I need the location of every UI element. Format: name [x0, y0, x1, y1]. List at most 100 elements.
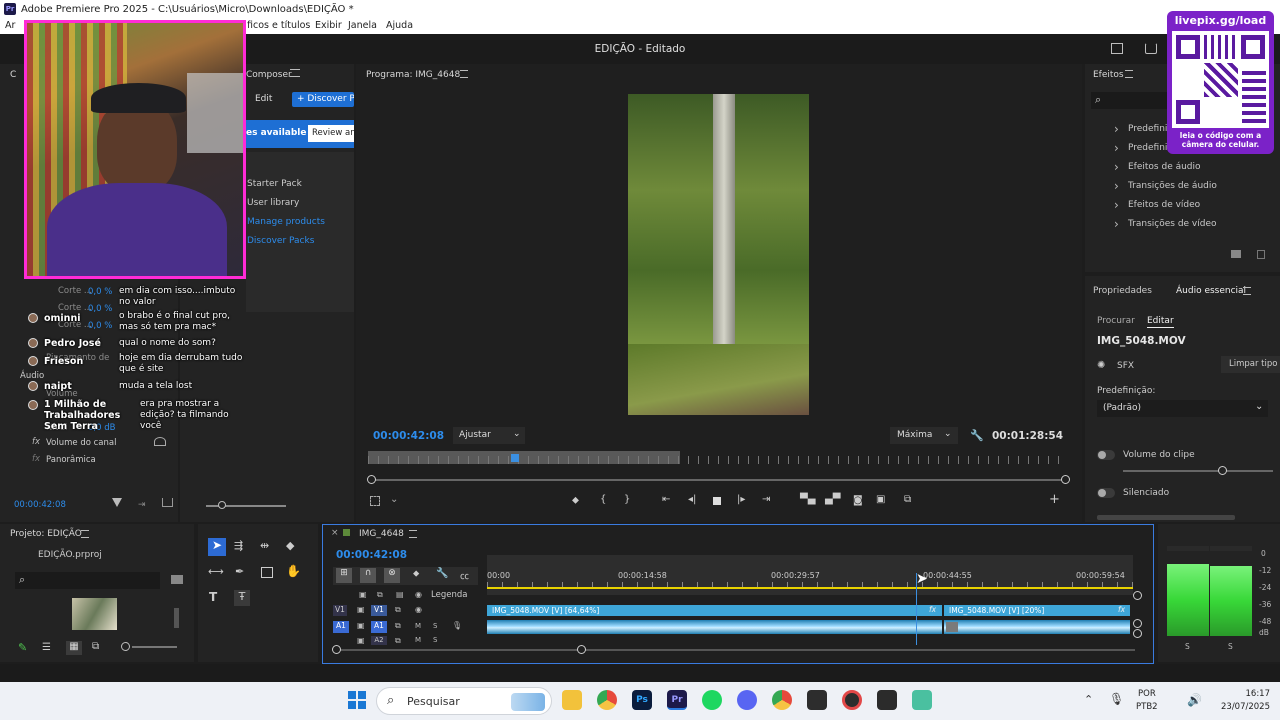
- go-to-in-icon[interactable]: ⇤: [662, 494, 670, 505]
- work-area-bar[interactable]: [487, 587, 1133, 589]
- source-track-a1[interactable]: A1: [333, 621, 349, 633]
- solo-track-button[interactable]: S: [433, 622, 437, 630]
- discord-icon[interactable]: [737, 690, 757, 710]
- chevron-up-icon[interactable]: ⌃: [1084, 693, 1093, 706]
- track-sync-icon[interactable]: ⧉: [395, 636, 401, 646]
- audio-clip[interactable]: [487, 620, 942, 634]
- menu-item-janela[interactable]: Janela: [348, 20, 377, 31]
- vr-icon[interactable]: ⧉: [904, 494, 911, 505]
- speaker-icon[interactable]: 🔊: [1187, 693, 1202, 707]
- menu-item-graficos[interactable]: ficos e títulos: [247, 20, 310, 31]
- zoom-handle-right[interactable]: [1061, 475, 1070, 484]
- eye-icon[interactable]: ◉: [415, 590, 422, 599]
- add-marker-icon[interactable]: ⬥: [413, 569, 419, 579]
- freeform-view-icon[interactable]: ⧉: [92, 641, 99, 652]
- jump-icon[interactable]: ⇥: [138, 500, 146, 510]
- effects-folder[interactable]: Predefiniç: [1114, 141, 1173, 155]
- panner[interactable]: Panorâmica: [46, 455, 96, 465]
- effects-folder[interactable]: Transições de vídeo: [1114, 217, 1216, 231]
- microphone-icon[interactable]: 🎙: [1109, 692, 1124, 706]
- taskbar-date[interactable]: 23/07/2025: [1210, 702, 1270, 712]
- menu-item-exibir[interactable]: Exibir: [315, 20, 342, 31]
- panel-menu-icon[interactable]: [1243, 287, 1251, 295]
- close-icon[interactable]: ×: [331, 528, 339, 538]
- obs-icon[interactable]: [807, 690, 827, 710]
- add-button-icon[interactable]: +: [1049, 492, 1060, 507]
- track-sync-icon[interactable]: ⧉: [395, 605, 401, 615]
- panel-menu-icon[interactable]: [409, 530, 417, 538]
- clip-volume-slider[interactable]: [1123, 470, 1273, 472]
- scroll-handle-left[interactable]: [332, 645, 341, 654]
- tab-essential-audio[interactable]: Áudio essencial: [1176, 286, 1246, 296]
- timeline-scrollbar[interactable]: [335, 649, 1135, 651]
- new-bin-icon[interactable]: [1231, 250, 1241, 258]
- wrench-icon[interactable]: 🔧: [436, 568, 448, 579]
- start-button-icon[interactable]: [348, 691, 366, 709]
- track-sync-icon[interactable]: ⧉: [395, 621, 401, 631]
- track-sync-icon[interactable]: ⧉: [377, 590, 383, 600]
- menu-item-arquivo[interactable]: Ar: [5, 20, 15, 31]
- clear-type-button[interactable]: Limpar tipo: [1221, 356, 1280, 373]
- track-lock-icon[interactable]: ▣: [357, 621, 365, 630]
- stop-icon[interactable]: [713, 497, 721, 505]
- preset-dropdown[interactable]: (Padrão) ⌄: [1097, 400, 1268, 417]
- panel-tab-letter[interactable]: C: [10, 70, 16, 80]
- chevron-down-icon[interactable]: ⌄: [390, 494, 398, 505]
- file-explorer-icon[interactable]: [562, 690, 582, 710]
- rectangle-tool-icon[interactable]: [261, 567, 273, 578]
- thumbnail-size-slider[interactable]: [121, 642, 130, 651]
- transition-icon[interactable]: [946, 622, 958, 632]
- video-clip[interactable]: IMG_5048.MOV [V] [64,64%]: [487, 605, 942, 616]
- list-view-icon[interactable]: ☰: [42, 642, 51, 653]
- record-app-icon[interactable]: [842, 690, 862, 710]
- lift-icon[interactable]: ▀▄: [800, 494, 815, 505]
- program-playhead[interactable]: [511, 454, 519, 462]
- zoom-handle[interactable]: [1133, 591, 1142, 600]
- track-target-a2[interactable]: A2: [371, 636, 387, 645]
- add-marker-icon[interactable]: ⬥: [572, 495, 579, 506]
- vertical-zoom-handles[interactable]: [1133, 591, 1142, 641]
- linked-selection-icon[interactable]: ⊗: [384, 568, 400, 583]
- zoom-handle-left[interactable]: [367, 475, 376, 484]
- export-icon[interactable]: [162, 498, 173, 507]
- panel-menu-icon[interactable]: [81, 530, 89, 538]
- safe-margins-icon[interactable]: [370, 496, 380, 506]
- camera-icon[interactable]: ◙: [853, 495, 863, 506]
- photoshop-icon[interactable]: Ps: [632, 690, 652, 710]
- program-zoom-bar[interactable]: [368, 479, 1066, 481]
- track-lock-icon[interactable]: ▣: [359, 590, 367, 599]
- tab-properties[interactable]: Propriedades: [1093, 286, 1152, 296]
- track-select-tool-icon[interactable]: ⇶: [234, 539, 243, 552]
- snap-icon[interactable]: ∩: [360, 568, 376, 583]
- zoom-handle[interactable]: [1133, 619, 1142, 628]
- effects-folder[interactable]: Transições de áudio: [1114, 179, 1217, 193]
- trash-icon[interactable]: [1257, 250, 1265, 259]
- text-tool-icon[interactable]: Ŧ: [234, 590, 250, 606]
- project-search-input[interactable]: ⌕: [15, 572, 160, 589]
- program-timecode[interactable]: 00:00:42:08: [373, 430, 444, 442]
- taskbar-search[interactable]: ⌕ Pesquisar: [376, 687, 552, 715]
- mute-track-button[interactable]: M: [415, 622, 421, 630]
- thumbnail-size-track[interactable]: [132, 646, 177, 648]
- quality-dropdown[interactable]: Máxima ⌄: [890, 427, 958, 444]
- effects-folder[interactable]: Efeitos de vídeo: [1114, 198, 1200, 212]
- track-target-v1[interactable]: V1: [371, 605, 387, 616]
- zoom-handle[interactable]: [1133, 629, 1142, 638]
- source-track-v1[interactable]: V1: [333, 605, 347, 616]
- ripple-edit-tool-icon[interactable]: ⇹: [260, 539, 269, 552]
- clip-thumbnail[interactable]: [72, 598, 117, 630]
- subtab-browse[interactable]: Procurar: [1097, 316, 1135, 326]
- new-bin-icon[interactable]: [171, 575, 183, 584]
- reset-icon[interactable]: [154, 437, 166, 446]
- effects-folder[interactable]: Predefiniç: [1114, 122, 1173, 136]
- mark-in-icon[interactable]: {: [600, 494, 606, 505]
- go-to-out-icon[interactable]: ⇥: [762, 494, 770, 505]
- track-film-icon[interactable]: ▤: [396, 590, 404, 599]
- link-discover-packs[interactable]: Discover Packs: [247, 236, 314, 246]
- project-scrollbar[interactable]: [174, 608, 179, 628]
- eye-icon[interactable]: ◉: [415, 605, 422, 614]
- fit-dropdown[interactable]: Ajustar ⌄: [453, 427, 525, 444]
- composer-edit-tab[interactable]: Edit: [255, 94, 272, 104]
- item-user-library[interactable]: User library: [247, 198, 299, 208]
- timeline-timecode[interactable]: 00:00:42:08: [336, 549, 407, 561]
